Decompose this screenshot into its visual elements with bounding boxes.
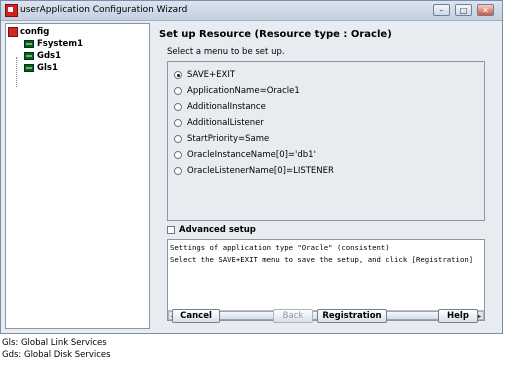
option-additional-instance[interactable]: AdditionalInstance (174, 102, 266, 112)
caption-gds: Gds: Global Disk Services (2, 350, 111, 360)
menu-option-list: SAVE+EXIT ApplicationName=Oracle1 Additi… (167, 61, 485, 221)
advanced-setup-checkbox[interactable]: Advanced setup (167, 225, 256, 235)
tree-connector (16, 57, 17, 87)
option-oracle-listener-name[interactable]: OracleListenerName[0]=LISTENER (174, 166, 334, 176)
message-line: Select the SAVE+EXIT menu to save the se… (170, 255, 474, 264)
cancel-button[interactable]: Cancel (172, 309, 220, 323)
tree-item-fsystem1[interactable]: Fsystem1 (24, 39, 83, 49)
resource-icon (24, 52, 34, 60)
title-bar[interactable]: userApplication Configuration Wizard – □… (1, 1, 502, 21)
resource-tree: config Fsystem1 Gds1 Gls1 (5, 23, 150, 329)
tree-item-gls1[interactable]: Gls1 (24, 63, 58, 73)
app-icon (5, 4, 18, 17)
page-subtitle: Select a menu to be set up. (167, 47, 285, 57)
close-button[interactable]: ✕ (477, 4, 494, 16)
radio-icon[interactable] (174, 151, 182, 159)
setup-panel: Set up Resource (Resource type : Oracle)… (153, 23, 501, 329)
checkbox-icon[interactable] (167, 226, 175, 234)
page-title: Set up Resource (Resource type : Oracle) (159, 29, 392, 40)
option-oracle-instance-name[interactable]: OracleInstanceName[0]='db1' (174, 150, 316, 160)
radio-icon[interactable] (174, 119, 182, 127)
tree-item-label: config (20, 27, 50, 37)
caption-gls: Gls: Global Link Services (2, 338, 107, 348)
tree-item-label: Fsystem1 (37, 39, 84, 49)
advanced-setup-label: Advanced setup (179, 225, 256, 235)
window-title: userApplication Configuration Wizard (20, 5, 188, 15)
registration-button[interactable]: Registration (317, 309, 387, 323)
option-label: OracleListenerName[0]=LISTENER (187, 166, 334, 176)
option-save-exit[interactable]: SAVE+EXIT (174, 70, 235, 80)
resource-icon (24, 64, 34, 72)
tree-item-gds1[interactable]: Gds1 (24, 51, 61, 61)
option-label: AdditionalListener (187, 118, 264, 128)
maximize-button[interactable]: □ (455, 4, 472, 16)
wizard-window: userApplication Configuration Wizard – □… (0, 0, 503, 334)
option-label: OracleInstanceName[0]='db1' (187, 150, 316, 160)
option-label: StartPriority=Same (187, 134, 270, 144)
radio-icon[interactable] (174, 135, 182, 143)
message-line: Settings of application type "Oracle" (c… (170, 243, 390, 252)
option-label: AdditionalInstance (187, 102, 266, 112)
option-application-name[interactable]: ApplicationName=Oracle1 (174, 86, 300, 96)
tree-item-label: Gds1 (37, 51, 62, 61)
radio-icon[interactable] (174, 167, 182, 175)
radio-icon[interactable] (174, 87, 182, 95)
resource-icon (24, 40, 34, 48)
minimize-button[interactable]: – (433, 4, 450, 16)
config-folder-icon (8, 27, 18, 37)
help-button[interactable]: Help (438, 309, 478, 323)
option-start-priority[interactable]: StartPriority=Same (174, 134, 269, 144)
option-additional-listener[interactable]: AdditionalListener (174, 118, 264, 128)
tree-item-config[interactable]: config (8, 27, 49, 37)
option-label: SAVE+EXIT (187, 70, 236, 80)
radio-selected-icon[interactable] (174, 71, 182, 79)
option-label: ApplicationName=Oracle1 (187, 86, 300, 96)
radio-icon[interactable] (174, 103, 182, 111)
tree-item-label: Gls1 (37, 63, 58, 73)
back-button[interactable]: Back (273, 309, 313, 323)
